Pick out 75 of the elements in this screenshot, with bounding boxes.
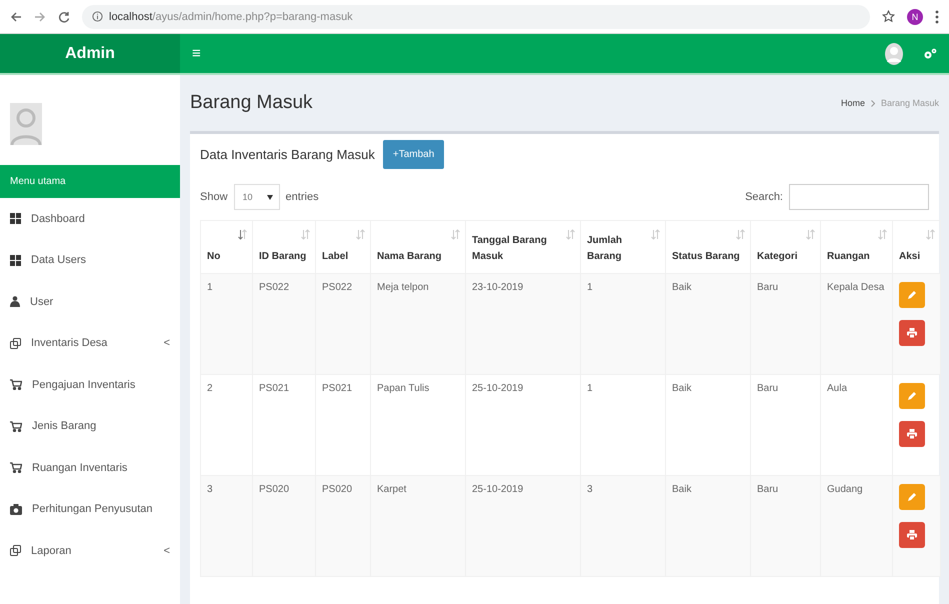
table-cell: 1 [580,274,666,374]
table-cell: 1 [200,274,252,374]
sidebar-item[interactable]: Jenis Barang [0,406,180,447]
table-cell: PS022 [316,274,370,374]
edit-button[interactable] [899,484,925,510]
settings-icon[interactable] [923,48,937,60]
user-avatar-icon [10,103,42,145]
table-cell: PS022 [252,274,316,374]
entries-label: entries [286,191,319,203]
forward-icon[interactable] [34,10,46,22]
cart-icon [10,420,22,432]
menu-section-header: Menu utama [0,165,180,198]
printer-icon [907,429,917,439]
add-button[interactable]: +Tambah [382,140,444,168]
search-field[interactable] [789,184,929,210]
edit-button[interactable] [899,383,925,409]
sidebar-item[interactable]: Data Users [0,240,180,281]
table-cell: 3 [580,476,666,576]
table-cell: Gudang [820,476,892,576]
pencil-icon [907,290,917,300]
sidebar-item[interactable]: Perhitungan Penyusutan [0,488,180,530]
table-cell: Kepala Desa [820,274,892,374]
search-label: Search: [745,191,783,203]
sidebar-item[interactable]: Inventaris Desa < [0,322,180,364]
page-title: Barang Masuk [190,92,313,114]
table-cell: 23-10-2019 [466,274,580,374]
show-label: Show [200,191,228,203]
cart-icon [10,462,22,474]
pencil-icon [907,391,917,401]
cart-icon [10,379,22,390]
table-cell: 2 [200,374,252,476]
back-icon[interactable] [10,10,22,22]
profile-avatar[interactable]: N [907,8,923,24]
sidebar-item[interactable]: Pengajuan Inventaris [0,364,180,406]
print-button[interactable] [899,421,925,447]
sidebar-item[interactable]: Dashboard [0,198,180,240]
edit-button[interactable] [899,282,925,308]
table-cell: Karpet [370,476,466,576]
printer-icon [907,530,917,540]
table-cell: PS020 [252,476,316,576]
user-avatar-icon[interactable] [885,42,903,64]
pencil-icon [907,492,917,502]
brand-title[interactable]: Admin [0,34,180,73]
table-cell: PS020 [316,476,370,576]
camera-icon [10,504,22,515]
separator-icon [870,100,875,106]
table-cell: 25-10-2019 [466,476,580,576]
grid-icon [10,254,21,266]
table-cell: Meja telpon [370,274,466,374]
info-icon[interactable] [92,11,103,22]
breadcrumb-link[interactable]: Home [840,98,865,108]
page-size-select[interactable]: 10 [234,184,280,210]
table-cell: Baru [750,476,820,576]
column-header[interactable]: No [200,220,252,274]
reload-icon[interactable] [58,10,70,22]
grid-icon [10,213,21,224]
breadcrumb-current: Barang Masuk [880,98,939,108]
printer-icon [907,328,917,338]
table-cell: Baik [666,476,750,576]
print-button[interactable] [899,320,925,346]
menu-icon[interactable] [935,10,939,24]
panel-title: Data Inventaris Barang Masuk [200,146,375,162]
table-cell: Baik [666,274,750,374]
table-cell: Baru [750,274,820,374]
caret-icon [266,194,273,200]
copy-icon [10,545,21,556]
address-bar[interactable]: localhost/ayus/admin/home.php?p=barang-masuk [82,4,870,28]
print-button[interactable] [899,522,925,548]
table-cell: 3 [200,476,252,576]
star-icon[interactable] [882,10,895,23]
person-icon [10,296,20,308]
copy-icon [10,338,21,349]
sidebar-item[interactable]: User [0,281,180,322]
sidebar-item[interactable]: Laporan < [0,530,180,572]
sidebar-item[interactable]: Ruangan Inventaris [0,447,180,488]
